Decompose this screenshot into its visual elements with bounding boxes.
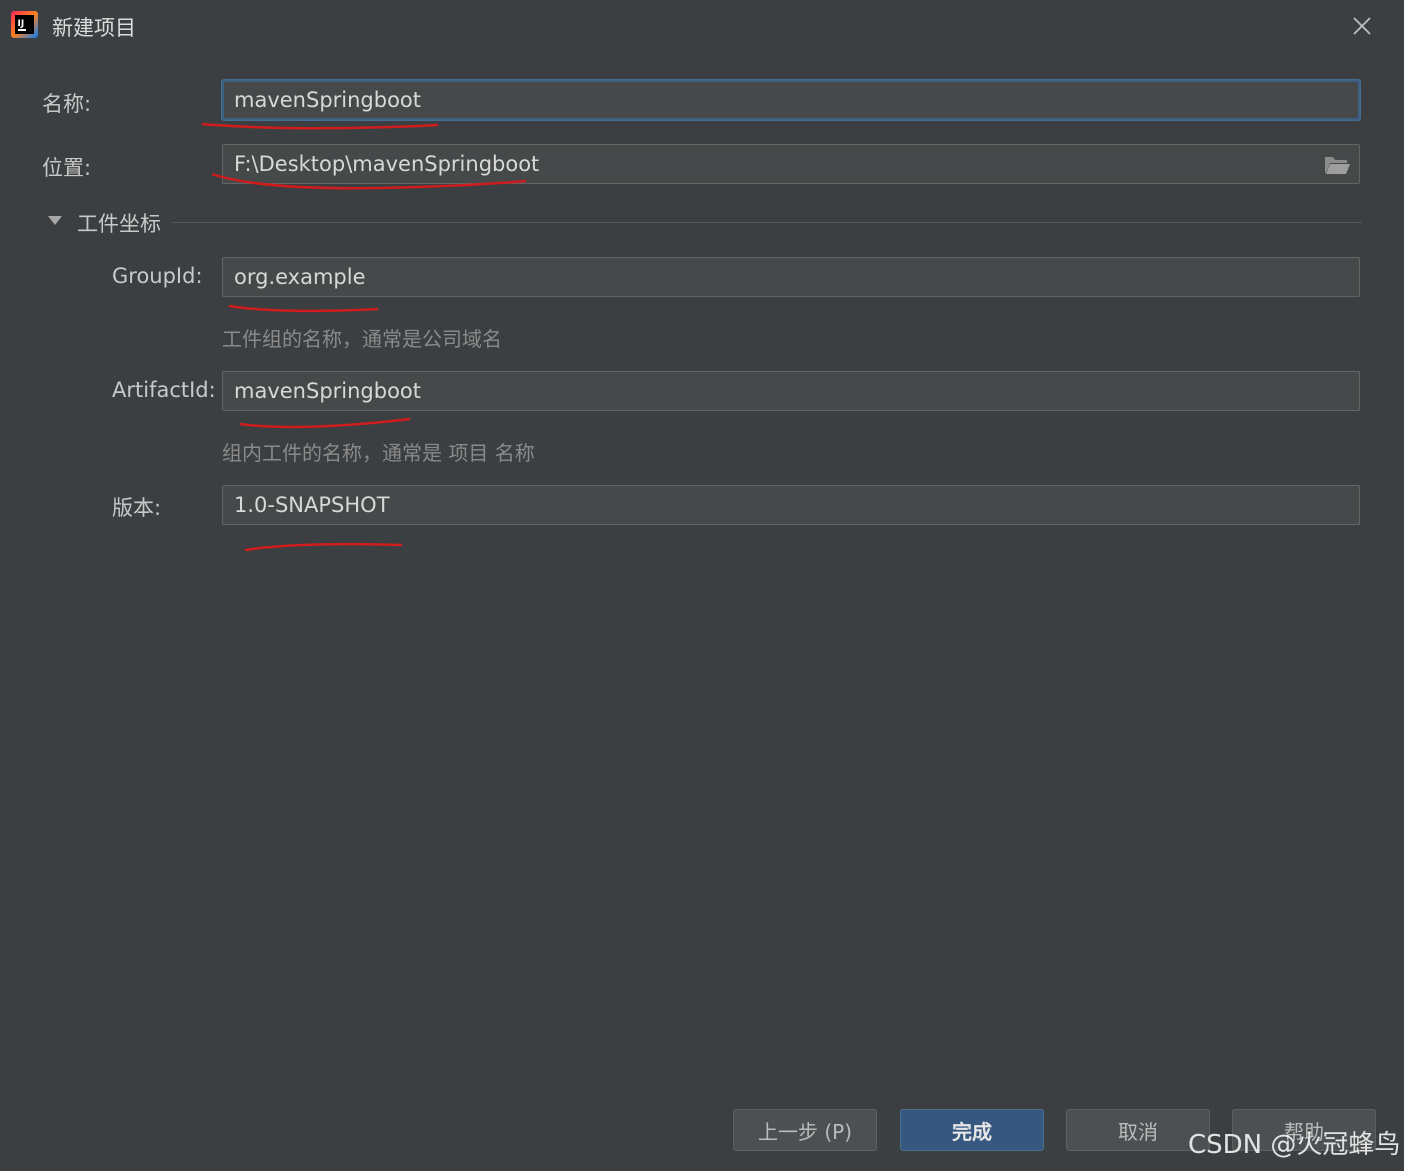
cancel-button-label: 取消 bbox=[1118, 1119, 1158, 1144]
groupid-hint: 工件组的名称，通常是公司域名 bbox=[222, 327, 502, 351]
underline-version bbox=[244, 542, 403, 552]
finish-button[interactable]: 完成 bbox=[900, 1109, 1044, 1151]
svg-text:IJ: IJ bbox=[18, 19, 25, 29]
name-input-value: mavenSpringboot bbox=[234, 88, 422, 112]
artifactid-input-value: mavenSpringboot bbox=[234, 379, 422, 403]
artifactid-label: ArtifactId: bbox=[112, 378, 216, 402]
name-label: 名称: bbox=[42, 92, 92, 116]
close-icon bbox=[1353, 17, 1371, 35]
triangle-down-icon[interactable] bbox=[46, 213, 64, 229]
version-input[interactable]: 1.0-SNAPSHOT bbox=[222, 485, 1360, 525]
section-title: 工件坐标 bbox=[77, 212, 161, 236]
artifactid-hint: 组内工件的名称，通常是 项目 名称 bbox=[222, 441, 535, 465]
location-input-value: F:\Desktop\mavenSpringboot bbox=[234, 152, 540, 176]
close-button[interactable] bbox=[1344, 8, 1380, 44]
previous-button-label: 上一步 (P) bbox=[757, 1119, 853, 1144]
previous-button[interactable]: 上一步 (P) bbox=[733, 1109, 877, 1151]
underline-groupid bbox=[228, 304, 379, 313]
watermark: CSDN @火冠蜂鸟 bbox=[1188, 1130, 1401, 1160]
groupid-input[interactable]: org.example bbox=[222, 257, 1360, 297]
finish-button-label: 完成 bbox=[952, 1119, 992, 1144]
artifactid-input[interactable]: mavenSpringboot bbox=[222, 371, 1360, 411]
groupid-input-value: org.example bbox=[234, 265, 366, 289]
new-project-dialog: IJ 新建项目 名称: mavenSpringboot 位置: F:\Deskt… bbox=[0, 0, 1404, 1171]
version-input-value: 1.0-SNAPSHOT bbox=[234, 493, 390, 517]
section-divider bbox=[172, 222, 1362, 223]
folder-open-icon[interactable] bbox=[1323, 154, 1351, 176]
intellij-idea-icon: IJ bbox=[11, 11, 38, 38]
name-input[interactable]: mavenSpringboot bbox=[222, 80, 1360, 120]
title-bar: IJ 新建项目 bbox=[0, 0, 1404, 52]
location-input[interactable]: F:\Desktop\mavenSpringboot bbox=[222, 144, 1360, 184]
artifact-coordinates-section: 工件坐标 bbox=[46, 205, 1362, 237]
underline-name bbox=[201, 122, 439, 130]
underline-artifactid bbox=[239, 417, 411, 429]
location-label: 位置: bbox=[42, 156, 92, 180]
groupid-label: GroupId: bbox=[112, 264, 203, 288]
window-title: 新建项目 bbox=[52, 16, 136, 40]
version-label: 版本: bbox=[112, 496, 162, 520]
